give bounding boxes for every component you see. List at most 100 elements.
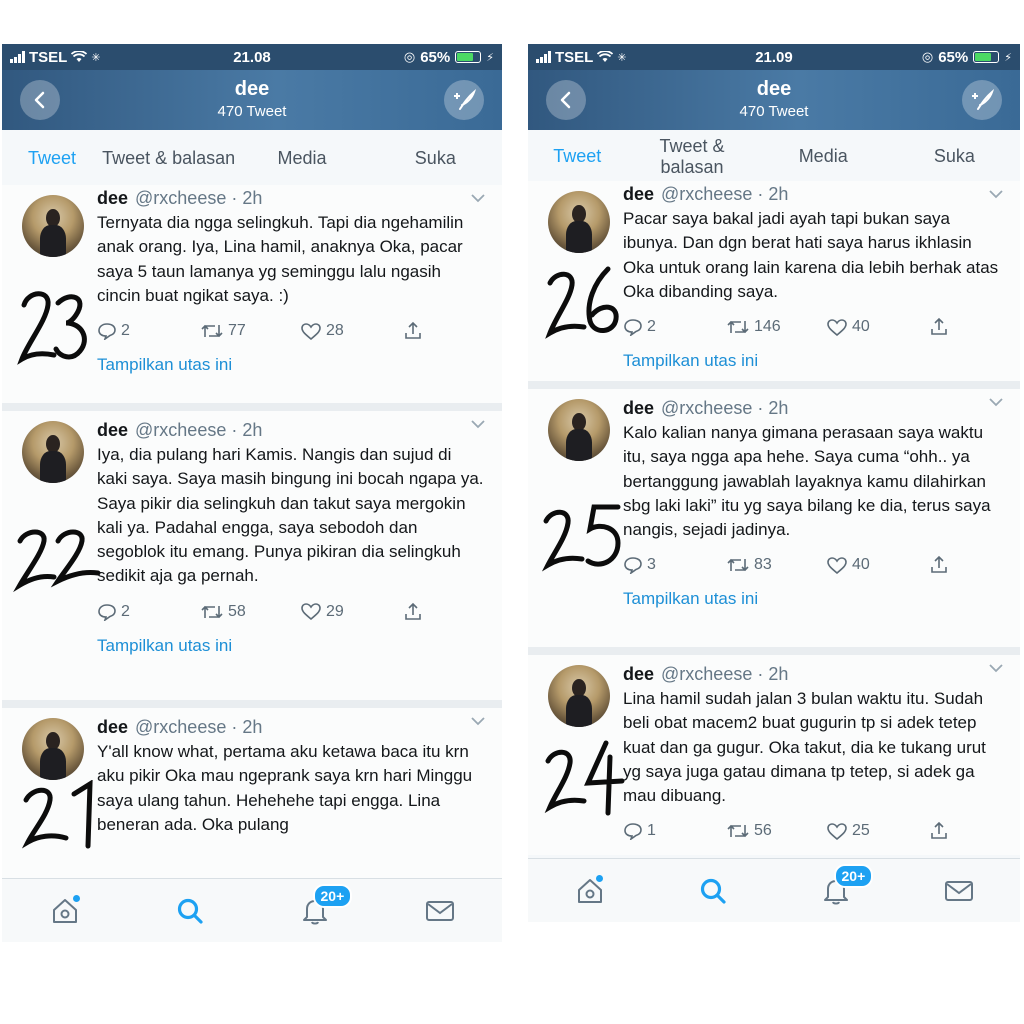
tweet-author-name[interactable]: dee	[97, 419, 128, 441]
charging-icon: ⚡	[1004, 51, 1012, 64]
avatar[interactable]	[548, 191, 610, 253]
rotation-lock-icon: ◎	[403, 49, 416, 64]
nav-messages[interactable]	[410, 886, 470, 936]
tweet-card[interactable]: dee @rxcheese · 2h Pacar saya bakal jadi …	[528, 181, 1020, 389]
tweet-author-name[interactable]: dee	[623, 397, 654, 419]
reply-count: 2	[121, 322, 130, 340]
avatar[interactable]	[22, 195, 84, 257]
tab-tweet[interactable]: Tweet	[528, 130, 626, 184]
reply-button[interactable]: 3	[623, 556, 726, 575]
reply-button[interactable]: 2	[97, 322, 200, 341]
like-icon	[827, 318, 847, 336]
carrier-label: TSEL	[29, 48, 68, 66]
show-thread-link[interactable]: Tampilkan utas ini	[97, 344, 484, 387]
reply-icon	[624, 319, 642, 337]
tab-tweet-replies[interactable]: Tweet & balasan	[626, 130, 757, 183]
retweet-icon	[201, 325, 223, 338]
like-button[interactable]: 40	[826, 318, 929, 337]
retweet-count: 146	[754, 318, 781, 336]
reply-button[interactable]: 2	[97, 603, 200, 621]
nav-notifications[interactable]: 20+	[806, 863, 874, 916]
tab-media[interactable]: Media	[235, 130, 368, 187]
like-button[interactable]: 29	[300, 602, 403, 621]
nav-notifications[interactable]: 20+	[285, 883, 353, 936]
share-button[interactable]	[403, 321, 423, 341]
show-thread-link[interactable]: Tampilkan utas ini	[623, 578, 1002, 621]
tweet-handle-time: @rxcheese · 2h	[135, 188, 263, 208]
retweet-count: 56	[754, 822, 772, 840]
reply-button[interactable]: 2	[623, 318, 726, 337]
share-button[interactable]	[929, 555, 949, 575]
status-bar: TSEL ✳ 21.08 ◎ 65% ⚡	[2, 44, 502, 70]
handwritten-number	[21, 780, 93, 849]
search-icon	[177, 898, 203, 924]
like-icon	[827, 823, 847, 841]
tweet-text: Ternyata dia ngga selingkuh. Tapi dia ng…	[97, 213, 464, 305]
chevron-down-icon[interactable]	[470, 716, 486, 726]
retweet-count: 58	[228, 602, 246, 620]
retweet-button[interactable]: 77	[200, 322, 300, 340]
tweet-card[interactable]: dee @rxcheese · 2h Ternyata dia ngga seli…	[2, 185, 502, 411]
like-button[interactable]: 28	[300, 322, 403, 341]
retweet-icon	[727, 321, 749, 334]
tweet-card[interactable]: dee @rxcheese · 2h Iya, dia pulang hari K…	[2, 411, 502, 708]
tweet-handle-time: @rxcheese · 2h	[135, 420, 263, 440]
avatar[interactable]	[22, 421, 84, 483]
tweet-text: Lina hamil sudah jalan 3 bulan waktu itu…	[623, 689, 986, 806]
retweet-button[interactable]: 83	[726, 556, 826, 574]
retweet-button[interactable]: 58	[200, 603, 300, 621]
status-bar: TSEL ✳ 21.09 ◎ 65% ⚡	[528, 44, 1020, 70]
tweet-text: Kalo kalian nanya gimana perasaan saya w…	[623, 423, 991, 540]
compose-button[interactable]	[444, 80, 484, 120]
nav-home[interactable]	[560, 866, 620, 916]
tweet-author-name[interactable]: dee	[97, 716, 128, 738]
tweet-author-name[interactable]: dee	[623, 183, 654, 205]
reply-icon	[98, 323, 116, 341]
tweet-count: 470 Tweet	[217, 103, 287, 120]
retweet-button[interactable]: 56	[726, 822, 826, 840]
tab-tweet[interactable]: Tweet	[2, 130, 102, 188]
nav-messages[interactable]	[929, 866, 989, 916]
share-icon	[931, 822, 947, 840]
nav-search[interactable]	[160, 886, 220, 936]
retweet-count: 83	[754, 556, 772, 574]
tab-likes[interactable]: Suka	[889, 130, 1020, 183]
like-button[interactable]: 40	[826, 556, 929, 575]
handwritten-number	[545, 266, 619, 339]
compose-button[interactable]	[962, 80, 1002, 120]
retweet-button[interactable]: 146	[726, 318, 826, 336]
tweet-card[interactable]: dee @rxcheese · 2h Lina hamil sudah jalan…	[528, 655, 1020, 855]
reply-button[interactable]: 1	[623, 822, 726, 841]
avatar[interactable]	[22, 718, 84, 780]
avatar[interactable]	[548, 665, 610, 727]
nav-home[interactable]	[35, 886, 95, 936]
tab-tweet-replies[interactable]: Tweet & balasan	[102, 130, 235, 187]
tweet-feed: dee @rxcheese · 2h Pacar saya bakal jadi …	[528, 181, 1020, 855]
show-thread-link[interactable]: Tampilkan utas ini	[623, 340, 1002, 383]
reply-count: 3	[647, 556, 656, 574]
profile-tabs: Tweet Tweet & balasan Media Suka	[2, 130, 502, 188]
tab-media[interactable]: Media	[758, 130, 889, 183]
share-button[interactable]	[929, 821, 949, 841]
avatar[interactable]	[548, 399, 610, 461]
battery-percent: 65%	[420, 48, 451, 66]
tab-likes[interactable]: Suka	[369, 130, 502, 187]
chevron-down-icon[interactable]	[988, 189, 1004, 199]
profile-header: dee 470 Tweet	[2, 70, 502, 130]
share-button[interactable]	[929, 317, 949, 337]
tweet-card[interactable]: dee @rxcheese · 2h Kalo kalian nanya gima…	[528, 389, 1020, 655]
nav-search[interactable]	[683, 866, 743, 916]
like-count: 40	[852, 318, 870, 336]
tweet-author-name[interactable]: dee	[623, 663, 654, 685]
chevron-down-icon[interactable]	[470, 193, 486, 203]
like-button[interactable]: 25	[826, 822, 929, 841]
chevron-down-icon[interactable]	[470, 419, 486, 429]
activity-icon: ✳	[617, 51, 627, 64]
chevron-down-icon[interactable]	[988, 397, 1004, 407]
share-button[interactable]	[403, 602, 423, 622]
show-thread-link[interactable]: Tampilkan utas ini	[97, 625, 484, 668]
tweet-author-name[interactable]: dee	[97, 187, 128, 209]
bottom-nav: 20+	[2, 878, 502, 942]
chevron-down-icon[interactable]	[988, 663, 1004, 673]
share-icon	[405, 322, 421, 339]
